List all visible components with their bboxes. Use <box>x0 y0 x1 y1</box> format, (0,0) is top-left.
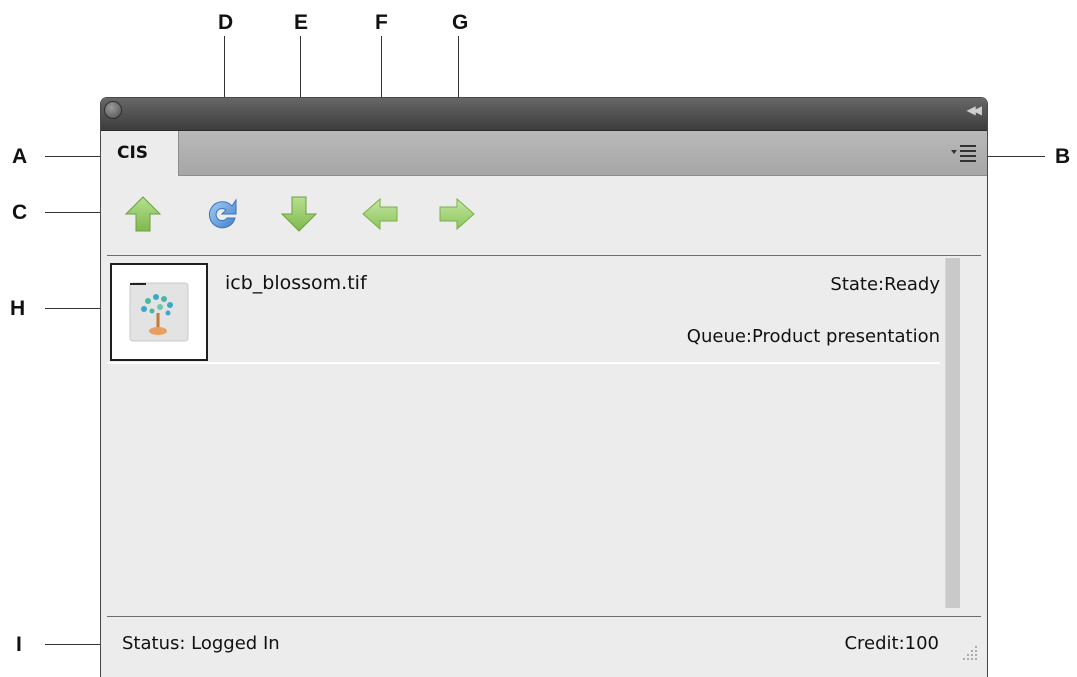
job-list: icb_blossom.tif State:Ready Queue:Produc… <box>107 258 981 613</box>
callout-b: B <box>1055 145 1071 168</box>
panel-menu-icon <box>951 145 976 162</box>
next-button[interactable] <box>437 194 477 234</box>
callout-h: H <box>10 297 26 320</box>
panel-titlebar[interactable]: ◀◀ <box>101 98 987 131</box>
job-row[interactable]: icb_blossom.tif State:Ready Queue:Produc… <box>107 258 940 364</box>
arrow-left-icon <box>362 197 398 231</box>
callout-e: E <box>294 11 309 34</box>
tab-cis[interactable]: CIS <box>101 131 179 176</box>
leader-b <box>982 156 1045 157</box>
panel-menu-button[interactable] <box>951 144 977 162</box>
callout-a: A <box>12 145 28 168</box>
arrow-right-icon <box>439 197 475 231</box>
leader-a <box>45 156 108 157</box>
job-thumbnail[interactable] <box>110 263 208 361</box>
image-thumbnail-icon <box>129 282 189 342</box>
leader-h <box>45 308 108 309</box>
job-queue: Queue:Product presentation <box>686 326 940 347</box>
status-text: Status: Logged In <box>122 633 280 654</box>
upload-button[interactable] <box>123 194 163 234</box>
collapse-icon[interactable]: ◀◀ <box>967 103 983 117</box>
toolbar-divider <box>107 255 981 256</box>
refresh-button[interactable] <box>202 194 242 234</box>
callout-d: D <box>218 11 234 34</box>
tab-cis-label: CIS <box>117 143 149 163</box>
previous-button[interactable] <box>360 194 400 234</box>
callout-c: C <box>12 201 28 224</box>
panel-toolbar <box>101 176 987 258</box>
panel-tabbar: CIS <box>101 131 987 176</box>
arrow-up-icon <box>124 196 162 232</box>
leader-i <box>45 644 108 645</box>
arrow-down-icon <box>280 196 318 232</box>
close-icon[interactable] <box>104 101 122 119</box>
callout-f: F <box>375 11 388 34</box>
callout-g: G <box>452 11 469 34</box>
resize-grip-icon[interactable] <box>957 640 979 662</box>
cis-panel: ◀◀ CIS icb_blossom.tif State:Ready Queue… <box>100 97 988 677</box>
download-button[interactable] <box>279 194 319 234</box>
job-filename: icb_blossom.tif <box>225 272 367 294</box>
list-scrollbar[interactable] <box>945 258 960 608</box>
callout-i: I <box>16 633 22 656</box>
status-divider <box>107 616 981 617</box>
refresh-icon <box>208 198 237 229</box>
credit-text: Credit:100 <box>844 633 939 654</box>
job-state: State:Ready <box>830 274 940 295</box>
